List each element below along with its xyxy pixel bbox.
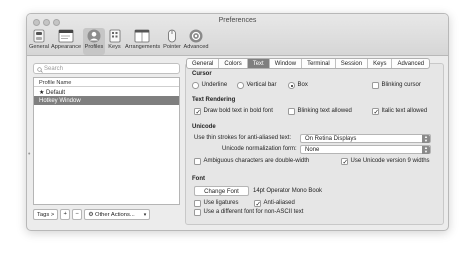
checkbox-label: Draw bold text in bold font — [203, 108, 273, 115]
arrangements-icon — [134, 29, 150, 43]
chevron-down-icon: ▾ — [143, 212, 147, 218]
tab-colors[interactable]: Colors — [219, 59, 248, 68]
checkbox-label: Use ligatures — [203, 200, 239, 207]
resize-dot-icon: • — [28, 151, 31, 158]
font-heading: Font — [192, 176, 205, 182]
tab-text[interactable]: Text — [247, 59, 270, 68]
cursor-underline-radio[interactable]: Underline — [192, 82, 227, 89]
checkbox-label: Blinking cursor — [381, 82, 421, 89]
chevron-updown-icon: ▲ ▼ — [422, 135, 430, 143]
profiles-sidebar: Search Profile Name ★ Default Hotkey Win… — [28, 63, 181, 223]
checkbox-control[interactable] — [194, 209, 201, 216]
tags-button[interactable]: Tags > — [33, 209, 59, 220]
thin-strokes-select[interactable]: On Retina Displays ▲ ▼ — [300, 134, 431, 143]
checkbox-control[interactable] — [341, 158, 348, 165]
checkbox-control[interactable] — [194, 200, 201, 207]
profile-list[interactable]: Profile Name ★ Default Hotkey Window — [33, 77, 180, 205]
toolbar-profiles[interactable]: Profiles — [83, 28, 105, 55]
checkbox-control[interactable] — [372, 82, 379, 89]
profile-item-default[interactable]: ★ Default — [34, 87, 179, 96]
tab-terminal[interactable]: Terminal — [302, 59, 336, 68]
toolbar-advanced[interactable]: Advanced — [183, 28, 209, 55]
toolbar-label: Profiles — [84, 44, 104, 50]
radio-control[interactable] — [237, 82, 244, 89]
checkbox-control[interactable] — [288, 108, 295, 115]
list-header-profile-name[interactable]: Profile Name — [34, 78, 179, 87]
other-actions-menu[interactable]: ⚙ Other Actions... ▾ — [84, 209, 151, 220]
search-icon — [37, 66, 43, 73]
font-name-label: 14pt Operator Mono Book — [253, 188, 323, 194]
window-title: Preferences — [218, 17, 257, 24]
non-ascii-font-checkbox[interactable]: Use a different font for non-ASCII text — [194, 209, 303, 216]
person-icon — [87, 29, 101, 43]
profile-tabs: General Colors Text Window Terminal Sess… — [186, 58, 431, 69]
radio-label: Underline — [201, 82, 228, 89]
toolbar-label: Pointer — [163, 44, 181, 50]
toolbar-keys[interactable]: Keys — [106, 28, 123, 55]
profile-item-hotkey-window[interactable]: Hotkey Window — [34, 96, 179, 105]
checkbox-control[interactable] — [194, 158, 201, 165]
anti-aliased-checkbox[interactable]: Anti-aliased — [254, 200, 295, 207]
tab-general[interactable]: General — [187, 59, 220, 68]
tab-session[interactable]: Session — [336, 59, 369, 68]
preferences-window: Preferences General Appearance Profiles … — [26, 13, 449, 231]
unicode-heading: Unicode — [192, 124, 216, 130]
bold-font-checkbox[interactable]: Draw bold text in bold font — [194, 108, 273, 115]
search-placeholder: Search — [44, 66, 64, 72]
checkbox-label: Ambiguous characters are double-width — [203, 158, 310, 165]
checkbox-label: Italic text allowed — [381, 108, 428, 115]
search-input[interactable]: Search — [33, 63, 180, 74]
gear-icon — [189, 29, 203, 43]
toolbar-label: Arrangements — [125, 44, 161, 50]
toolbar-label: General — [29, 44, 49, 50]
checkbox-control[interactable] — [372, 108, 379, 115]
cursor-vertical-bar-radio[interactable]: Vertical bar — [237, 82, 277, 89]
toolbar-label: Appearance — [51, 44, 82, 50]
switch-icon — [33, 29, 45, 43]
radio-control[interactable] — [288, 82, 295, 89]
checkbox-label: Anti-aliased — [263, 200, 295, 207]
toolbar-general[interactable]: General — [29, 28, 49, 55]
checkbox-label: Blinking text allowed — [297, 108, 352, 115]
title-bar: Preferences General Appearance Profiles … — [27, 14, 448, 56]
select-value: None — [305, 147, 320, 153]
other-actions-label: ⚙ Other Actions... — [88, 212, 135, 218]
select-value: On Retina Displays — [305, 136, 357, 142]
ligatures-checkbox[interactable]: Use ligatures — [194, 200, 239, 207]
checkbox-label: Use a different font for non-ASCII text — [203, 209, 304, 216]
checkbox-control[interactable] — [254, 200, 261, 207]
keyboard-icon — [109, 29, 120, 43]
tab-keys[interactable]: Keys — [368, 59, 393, 68]
toolbar-arrangements[interactable]: Arrangements — [125, 28, 161, 55]
toolbar-label: Advanced — [183, 44, 209, 50]
thin-strokes-label: Use thin strokes for anti-aliased text: — [194, 135, 292, 141]
tab-advanced[interactable]: Advanced — [392, 59, 429, 68]
blinking-text-checkbox[interactable]: Blinking text allowed — [288, 108, 352, 115]
toolbar-pointer[interactable]: Pointer — [162, 28, 182, 55]
radio-label: Vertical bar — [246, 82, 277, 89]
cursor-heading: Cursor — [192, 71, 212, 77]
checkbox-control[interactable] — [194, 108, 201, 115]
toolbar-label: Keys — [108, 44, 121, 50]
checkbox-label: Use Unicode version 9 widths — [350, 158, 430, 165]
normalization-label: Unicode normalization form: — [222, 146, 297, 152]
radio-label: Box — [297, 82, 308, 89]
appearance-icon — [58, 29, 74, 43]
mouse-icon — [168, 29, 176, 43]
change-font-button[interactable]: Change Font — [194, 186, 249, 196]
normalization-select[interactable]: None ▲ ▼ — [300, 145, 431, 154]
text-rendering-heading: Text Rendering — [192, 97, 236, 103]
cursor-box-radio[interactable]: Box — [288, 82, 308, 89]
toolbar-appearance[interactable]: Appearance — [51, 28, 81, 55]
radio-control[interactable] — [192, 82, 199, 89]
ambiguous-width-checkbox[interactable]: Ambiguous characters are double-width — [194, 158, 309, 165]
add-profile-button[interactable]: + — [60, 209, 71, 220]
italic-text-checkbox[interactable]: Italic text allowed — [372, 108, 427, 115]
chevron-updown-icon: ▲ ▼ — [422, 146, 430, 154]
remove-profile-button[interactable]: − — [72, 209, 83, 220]
unicode-9-checkbox[interactable]: Use Unicode version 9 widths — [341, 158, 430, 165]
blinking-cursor-checkbox[interactable]: Blinking cursor — [372, 82, 421, 89]
profile-actions-bar: Tags > + − ⚙ Other Actions... ▾ — [33, 209, 151, 220]
tab-window[interactable]: Window — [270, 59, 303, 68]
